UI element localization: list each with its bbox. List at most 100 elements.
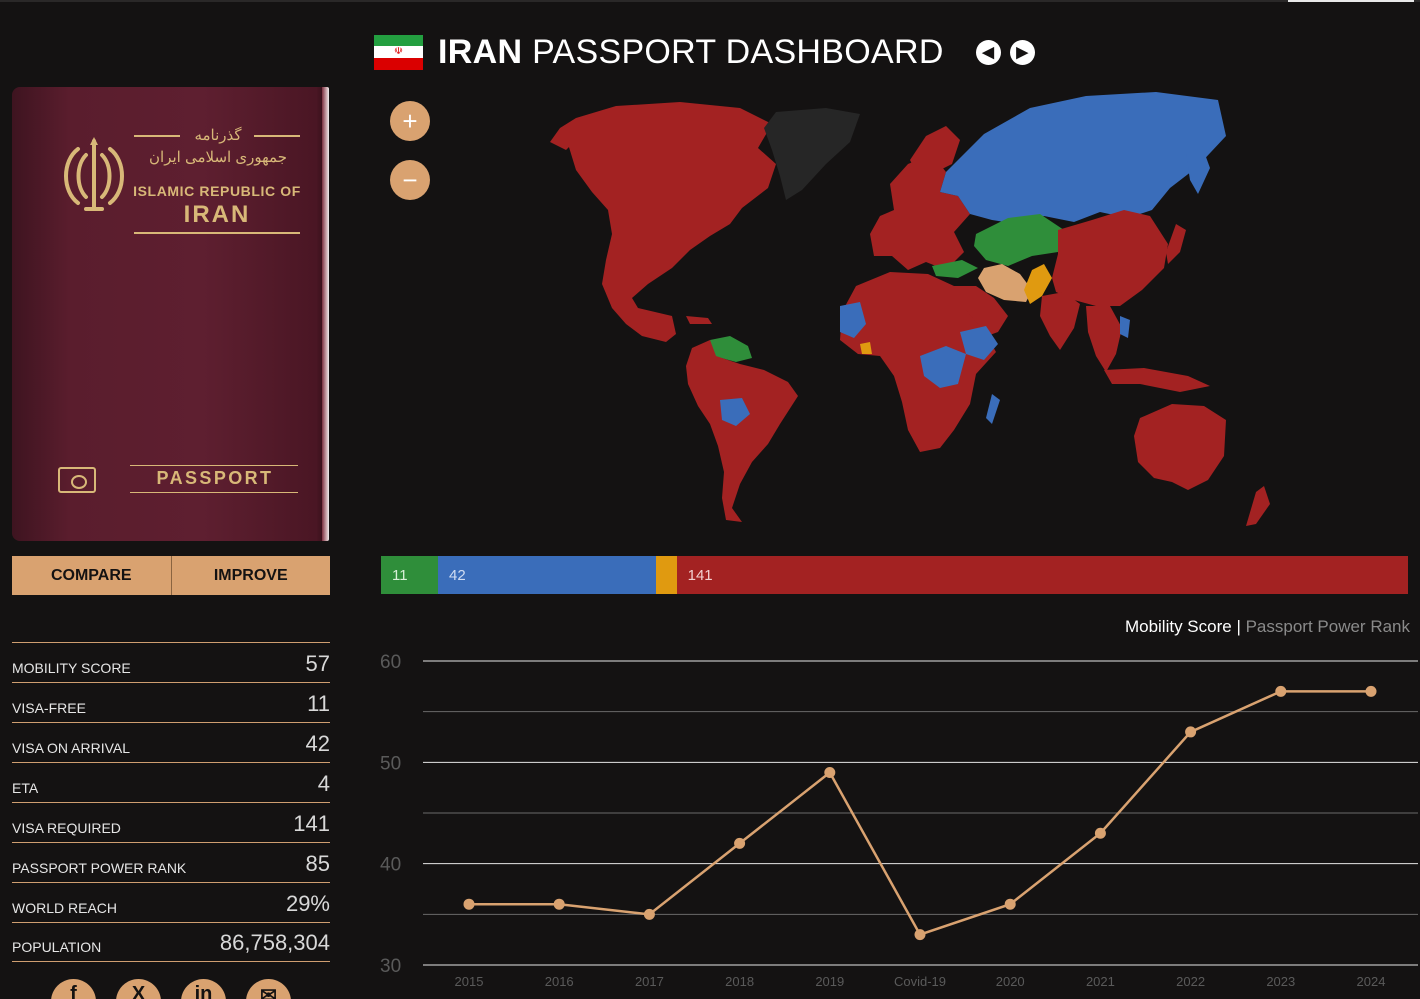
x-tick-label: 2021 <box>1086 974 1115 989</box>
passport-country-text: IRAN <box>183 201 251 228</box>
passport-word-text: PASSPORT <box>156 468 274 488</box>
passport-rule <box>254 135 300 137</box>
dist-label-visa-on-arrival: 42 <box>449 566 466 584</box>
zoom-out-button[interactable]: − <box>390 160 430 200</box>
stat-label: PASSPORT POWER RANK <box>12 860 187 876</box>
dist-label-visa-required: 141 <box>687 566 713 584</box>
stat-value: 141 <box>293 811 330 836</box>
x-tick-label: Covid-19 <box>894 974 946 989</box>
map-region-indochina <box>1120 316 1130 338</box>
improve-button[interactable]: IMPROVE <box>170 556 330 595</box>
zoom-in-button[interactable]: + <box>390 101 430 141</box>
passport-power-rank-tab[interactable]: Passport Power Rank <box>1246 617 1410 636</box>
stat-row-passport-power-rank: PASSPORT POWER RANK 85 <box>12 842 330 882</box>
x-share-button[interactable]: X <box>116 979 161 999</box>
dashboard-header: ☫ IRAN PASSPORT DASHBOARD ◀ ▶ <box>374 28 1035 76</box>
page-title: IRAN PASSPORT DASHBOARD <box>438 33 944 72</box>
passport-republic-text: ISLAMIC REPUBLIC OF <box>133 183 301 199</box>
dist-segment-visa-on-arrival[interactable]: 42 <box>438 556 656 594</box>
facebook-icon: f <box>70 983 77 999</box>
x-tick-label: 2022 <box>1176 974 1205 989</box>
map-region-caribbean <box>686 316 712 324</box>
stat-value: 85 <box>305 851 330 876</box>
data-point <box>1275 685 1287 697</box>
x-tick-label: 2019 <box>815 974 844 989</box>
x-tick-label: 2023 <box>1266 974 1295 989</box>
flag-emblem: ☫ <box>394 46 403 57</box>
map-region-japan <box>1166 224 1186 264</box>
stat-value: 57 <box>305 651 330 676</box>
map-region-south-america <box>686 340 798 522</box>
stat-label: VISA ON ARRIVAL <box>12 740 131 756</box>
top-highlight <box>1288 0 1414 2</box>
passport-rule <box>130 465 298 466</box>
data-point <box>553 898 565 910</box>
stat-label: VISA-FREE <box>12 700 86 716</box>
arrow-left-icon: ◀ <box>982 44 994 61</box>
data-point <box>643 908 655 920</box>
passport-persian-line2: جمهوری اسلامی ایران <box>149 149 287 166</box>
compare-button[interactable]: COMPARE <box>12 556 171 595</box>
dist-segment-visa-required[interactable]: 141 <box>676 556 1408 594</box>
passport-rule <box>134 135 180 137</box>
stat-label: ETA <box>12 780 39 796</box>
y-tick-label: 40 <box>380 855 401 876</box>
chart-toggle: Mobility Score | Passport Power Rank <box>1125 617 1410 637</box>
visa-distribution-bar: 11 42 141 <box>381 556 1408 594</box>
data-point <box>914 929 926 941</box>
y-tick-label: 60 <box>380 652 401 673</box>
dist-label-visa-free: 11 <box>392 566 408 584</box>
action-buttons: COMPARE IMPROVE <box>12 556 330 595</box>
stat-label: POPULATION <box>12 939 102 955</box>
dist-segment-eta[interactable] <box>655 556 677 594</box>
map-region-north-america <box>568 102 776 342</box>
page-title-rest: PASSPORT DASHBOARD <box>532 32 944 71</box>
linkedin-icon: in <box>194 983 213 999</box>
map-region-ivory-coast <box>860 342 872 354</box>
top-border <box>0 0 1420 2</box>
iran-flag-icon: ☫ <box>374 34 423 70</box>
map-region-madagascar <box>986 394 1000 424</box>
plus-icon: + <box>402 106 418 136</box>
data-point <box>824 766 836 778</box>
stat-label: MOBILITY SCORE <box>12 660 131 676</box>
passport-cover-image: گذرنامه جمهوری اسلامی ایران ISLAMIC REPU… <box>12 87 329 541</box>
biometric-chip-icon <box>58 467 96 493</box>
country-navigation: ◀ ▶ <box>975 39 1035 65</box>
data-point <box>734 837 746 849</box>
chart-toggle-separator: | <box>1231 617 1246 636</box>
stat-value: 4 <box>317 771 330 796</box>
map-region-new-zealand <box>1246 486 1270 526</box>
dist-segment-visa-free[interactable]: 11 <box>381 556 439 594</box>
world-map[interactable]: + − <box>380 84 1410 539</box>
stat-value: 86,758,304 <box>219 930 330 955</box>
stat-value: 11 <box>307 691 330 716</box>
stat-row-world-reach: WORLD REACH 29% <box>12 882 330 922</box>
linkedin-share-button[interactable]: in <box>181 979 226 999</box>
passport-rule <box>134 232 300 234</box>
data-point <box>1094 827 1106 839</box>
next-country-button[interactable]: ▶ <box>1009 39 1035 65</box>
map-region-india <box>1040 292 1080 350</box>
prev-country-button[interactable]: ◀ <box>975 39 1001 65</box>
mobility-score-tab[interactable]: Mobility Score <box>1125 617 1232 636</box>
minus-icon: − <box>402 165 418 195</box>
stat-label: VISA REQUIRED <box>12 820 121 836</box>
stat-row-visa-required: VISA REQUIRED 141 <box>12 802 330 842</box>
email-icon: ✉ <box>260 985 277 999</box>
passport-spine <box>322 87 329 541</box>
world-map-canvas[interactable] <box>380 84 1410 539</box>
email-share-button[interactable]: ✉ <box>246 979 291 999</box>
arrow-right-icon: ▶ <box>1016 44 1028 61</box>
mobility-score-chart: 30 40 50 60 2015 2016 2017 2018 2019 Covid-19 2020… <box>380 652 1418 989</box>
data-point <box>1004 898 1016 910</box>
map-region-russia <box>940 92 1226 224</box>
facebook-share-button[interactable]: f <box>51 979 96 999</box>
x-tick-label: 2016 <box>545 974 574 989</box>
x-icon: X <box>131 983 146 999</box>
stat-row-visa-on-arrival: VISA ON ARRIVAL 42 <box>12 722 330 762</box>
stat-value: 29% <box>285 891 330 916</box>
stat-label: WORLD REACH <box>12 900 118 916</box>
stat-row-population: POPULATION 86,758,304 <box>12 922 330 962</box>
map-region-central-asia <box>974 214 1064 266</box>
